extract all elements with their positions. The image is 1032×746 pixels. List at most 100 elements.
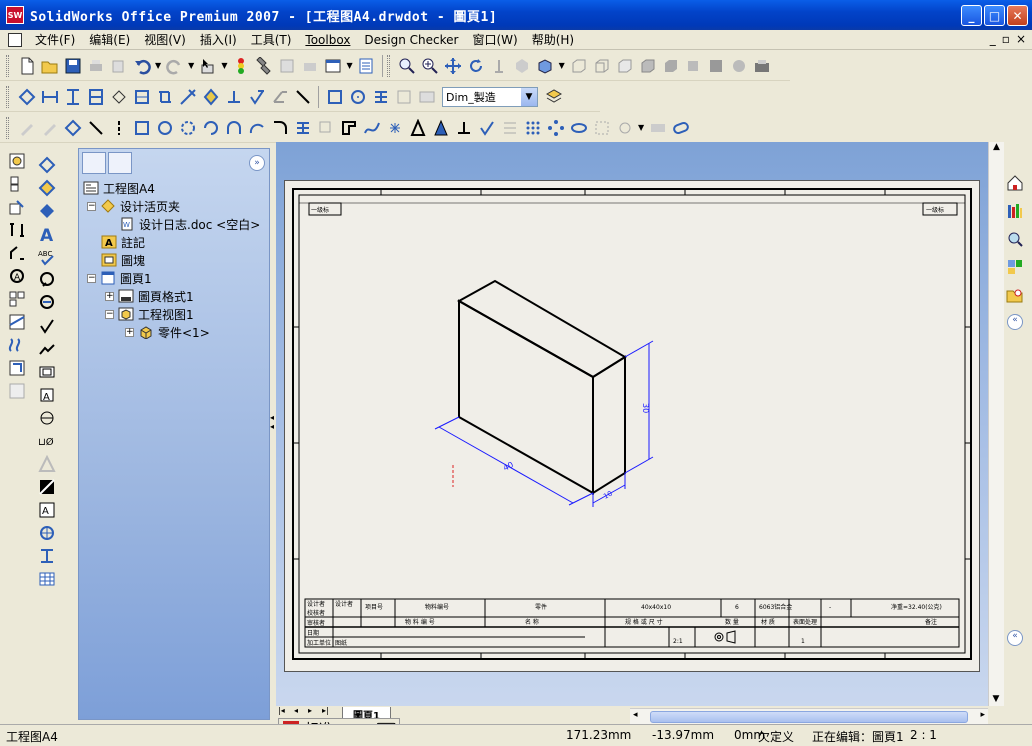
expand-panel-icon[interactable]: »	[249, 155, 265, 171]
drawing-sheet[interactable]: 一级标 一级标 30 40 10 设计者 设计者 校核者 审核者 项目号 物料编…	[284, 180, 980, 672]
sketch-icon-disabled[interactable]	[18, 119, 36, 137]
scroll-left-icon[interactable]: ◂	[633, 710, 638, 720]
pan-icon[interactable]	[444, 57, 462, 75]
view-orientation-icon[interactable]	[536, 57, 554, 75]
centerpoint-arc-icon[interactable]	[202, 119, 220, 137]
mdi-restore-button[interactable]: ▫	[1002, 32, 1010, 46]
hidden-lines-visible-icon[interactable]	[592, 57, 610, 75]
mdi-minimize-button[interactable]: _	[990, 32, 996, 46]
block-icon[interactable]: A	[38, 501, 56, 519]
note-icon[interactable]: A	[38, 225, 56, 243]
select-dropdown-icon[interactable]: ▼	[221, 61, 227, 70]
tree-sheet-format[interactable]: + 圖頁格式1	[83, 287, 269, 305]
tab-nav-prev-icon[interactable]: ◂	[294, 706, 298, 715]
tab-nav-first-icon[interactable]: |◂	[278, 706, 285, 715]
shaded-icon[interactable]	[661, 57, 679, 75]
chamfer-dimension-icon[interactable]	[133, 88, 151, 106]
section-view-icon[interactable]	[8, 221, 26, 239]
expand-taskpane-icon[interactable]: «	[1007, 630, 1023, 646]
auto-balloon-icon[interactable]	[38, 294, 56, 312]
combo-dropdown-icon[interactable]: ▼	[521, 87, 537, 106]
undo-icon[interactable]	[133, 57, 151, 75]
layer-properties-icon[interactable]	[545, 88, 563, 106]
display-disabled-icon[interactable]	[513, 57, 531, 75]
trim-icon[interactable]	[372, 88, 390, 106]
toolbar-grip[interactable]	[6, 54, 9, 77]
collapse-icon[interactable]: −	[87, 273, 96, 283]
datum-target-icon[interactable]	[38, 409, 56, 427]
projected-view-icon[interactable]	[8, 175, 26, 193]
tree-sheet[interactable]: − 圖頁1	[83, 269, 269, 287]
tree-part[interactable]: + 零件<1>	[83, 323, 269, 341]
tree-drawing-view[interactable]: − 工程视图1	[83, 305, 269, 323]
mdi-close-button[interactable]: ×	[1016, 32, 1026, 46]
hidden-lines-removed-icon[interactable]	[615, 57, 633, 75]
model-items-vertical-icon[interactable]	[38, 179, 56, 197]
circular-pattern-icon[interactable]	[547, 119, 565, 137]
smart-dim-vertical-icon[interactable]	[38, 156, 56, 174]
crop-view-icon[interactable]	[8, 359, 26, 377]
tree-design-folder[interactable]: − 设计活页夹	[83, 197, 269, 215]
close-button[interactable]: ✕	[1007, 5, 1028, 26]
properties-icon[interactable]	[357, 57, 375, 75]
menu-file[interactable]: 文件(F)	[28, 31, 82, 48]
perimeter-circle-icon[interactable]	[179, 119, 197, 137]
tree-root[interactable]: 工程图A4	[83, 179, 269, 197]
tree-annotations[interactable]: A 註記	[83, 233, 269, 251]
dimension-height[interactable]: 30	[641, 403, 650, 413]
shaded-with-edges-icon[interactable]	[638, 57, 656, 75]
area-hatch-icon[interactable]	[38, 478, 56, 496]
zoom-to-area-icon[interactable]	[398, 57, 416, 75]
zoom-in-out-icon[interactable]	[421, 57, 439, 75]
toolbox-icon-disabled[interactable]	[301, 57, 319, 75]
line-icon[interactable]	[294, 88, 312, 106]
open-folder-icon[interactable]	[41, 57, 59, 75]
menu-help[interactable]: 帮助(H)	[525, 31, 581, 48]
auto-dimension-icon[interactable]	[156, 88, 174, 106]
scroll-up-icon[interactable]: ▲	[989, 142, 1004, 152]
3point-arc-icon[interactable]	[248, 119, 266, 137]
rectangle-icon[interactable]	[326, 88, 344, 106]
expand-icon[interactable]: +	[105, 291, 114, 301]
dimension-diamond-icon[interactable]	[202, 87, 220, 106]
smart-dimension-icon[interactable]	[18, 88, 36, 106]
ordinate-dimension-icon[interactable]	[110, 88, 128, 106]
center-mark-icon[interactable]	[38, 524, 56, 542]
rebuild-icon[interactable]	[232, 57, 250, 75]
abc-check-icon[interactable]: ABC	[38, 248, 56, 266]
collapse-icon[interactable]: −	[105, 309, 114, 319]
point-icon[interactable]	[386, 119, 404, 137]
select-icon[interactable]	[199, 57, 217, 75]
tab-nav-next-icon[interactable]: ▸	[308, 706, 312, 715]
sketch-trim-icon[interactable]	[294, 119, 312, 137]
standard-3view-icon[interactable]	[8, 290, 26, 308]
convert-entities-icon[interactable]	[340, 119, 358, 137]
gtol-icon[interactable]	[38, 363, 56, 381]
window-dropdown-icon[interactable]: ▼	[346, 61, 352, 70]
alternate-position-icon-disabled[interactable]	[8, 382, 26, 400]
tree-design-log[interactable]: W 设计日志.doc <空白>	[83, 215, 269, 233]
menu-insert[interactable]: 插入(I)	[193, 31, 244, 48]
sketch-mirror-icon[interactable]	[432, 119, 450, 137]
smart-dim-sketch-icon[interactable]	[64, 119, 82, 137]
detail-view-icon[interactable]: A	[8, 267, 26, 285]
redo-icon-disabled[interactable]	[165, 57, 184, 75]
menu-edit[interactable]: 编辑(E)	[82, 31, 137, 48]
sketch-fillet-icon[interactable]	[271, 119, 289, 137]
broken-out-section-icon[interactable]	[8, 313, 26, 331]
picture-icon-disabled[interactable]	[418, 88, 436, 106]
surface-finish-icon[interactable]	[248, 88, 266, 106]
datum-icon[interactable]	[225, 88, 243, 106]
move-entities-icon[interactable]	[478, 119, 496, 137]
horizontal-scroll-thumb[interactable]	[650, 711, 968, 723]
design-library-icon[interactable]	[1006, 202, 1024, 220]
table-icon[interactable]	[38, 570, 56, 588]
construction-geometry-icon[interactable]	[455, 119, 473, 137]
splitter-arrow-icon[interactable]: ◂ ◂	[270, 413, 274, 431]
break-icon[interactable]	[8, 336, 26, 354]
weld-symbol-vertical-icon[interactable]	[38, 340, 56, 358]
new-document-icon[interactable]	[18, 57, 36, 75]
balloon-icon[interactable]	[38, 271, 56, 289]
realview-icon[interactable]	[730, 57, 748, 75]
vertical-scrollbar[interactable]: ▲ ▼	[988, 142, 1004, 706]
